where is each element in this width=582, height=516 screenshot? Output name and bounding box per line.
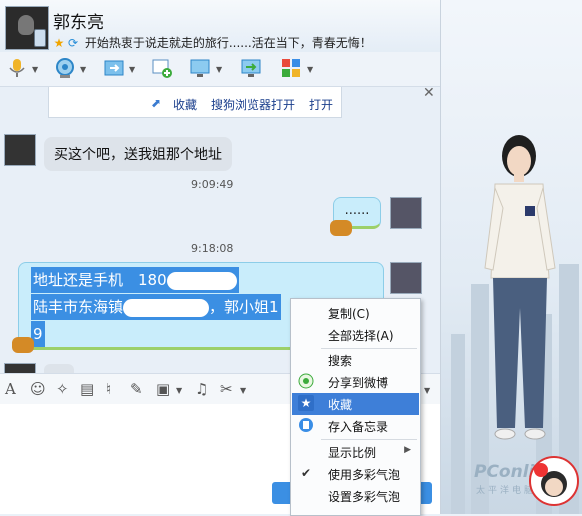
timestamp: 9:09:49 [191,178,234,191]
remote-desktop-icon[interactable] [189,57,211,79]
chat-toolbar: ▼ ▼ ▼ ▼ ▼ [0,52,440,87]
city-skyline [451,334,465,514]
message-text: ...... [344,203,370,218]
menu-item-use-color-bubble[interactable]: ✔ 使用多彩气泡 [292,463,419,485]
selected-text-line[interactable]: 陆丰市东海镇 ，郭小姐1 [31,294,281,320]
share-screen-icon[interactable] [240,57,262,79]
close-icon[interactable]: ✕ [423,87,435,101]
message-text: 买这个吧，送我姐那个地址 [54,147,222,163]
avatar-figure [484,135,556,440]
self-avatar[interactable] [390,262,422,294]
menu-item-set-color-bubble[interactable]: 设置多彩气泡 [292,485,419,507]
chevron-down-icon[interactable]: ▼ [240,386,246,395]
bubble-dog-icon [330,220,352,236]
link-preview-bar: ⬈ 收藏 搜狗浏览器打开 打开 [48,87,342,118]
app-grid-icon[interactable] [280,57,302,79]
incoming-message-bubble[interactable]: 买这个吧，送我姐那个地址 [44,137,232,171]
redacted-mask [123,298,210,317]
menu-item-zoom[interactable]: 显示比例 ▶ [292,441,419,463]
screenshot-scissors-icon[interactable]: ✂ [220,380,233,398]
menu-item-select-all[interactable]: 全部选择(A) [292,324,419,346]
draw-icon[interactable]: ✎ [130,380,143,398]
send-file-icon[interactable] [103,57,125,79]
show-avatar-corner-icon[interactable] [529,456,579,506]
contact-name[interactable]: 郭东亮 [53,8,104,33]
open-link[interactable]: 打开 [309,96,333,113]
checkmark-icon: ✔ [300,466,312,480]
bubble-dog-icon [12,337,34,353]
share-arrow-icon: ⬈ [151,96,162,110]
chevron-down-icon[interactable]: ▼ [424,386,430,395]
chevron-down-icon[interactable]: ▼ [129,65,135,74]
contact-signature: 开始热衷于说走就走的旅行......活在当下，青春无悔！ [84,36,372,50]
magic-wand-icon[interactable]: ✧ [56,380,69,398]
star-icon: ★ [53,36,65,50]
voice-message-icon[interactable]: ♮ [106,380,111,398]
submenu-arrow-icon: ▶ [404,445,411,455]
chevron-down-icon[interactable]: ▼ [216,65,222,74]
gif-icon[interactable]: ▤ [80,380,94,398]
chevron-down-icon[interactable]: ▼ [307,65,313,74]
video-camera-icon[interactable] [54,57,76,79]
chevron-down-icon[interactable]: ▼ [32,65,38,74]
menu-item-save-memo[interactable]: 存入备忘录 [292,415,419,437]
signature-row: ★ ⟳ 开始热衷于说走就走的旅行......活在当下，青春无悔！ [53,34,372,51]
incoming-message-bubble[interactable] [44,364,74,373]
contact-avatar-small[interactable] [4,363,36,373]
menu-item-search[interactable]: 搜索 [292,349,419,371]
menu-item-share-weibo[interactable]: 分享到微博 [292,371,419,393]
show-panel [440,0,582,514]
font-icon[interactable]: A [5,380,16,398]
mobile-online-icon [34,29,46,47]
context-menu: 复制(C) 全部选择(A) 搜索 分享到微博 ★ 收藏 存入备忘录 显示比例 ▶… [290,298,421,516]
weibo-share-icon [298,373,314,389]
contact-avatar-small[interactable] [4,134,36,166]
avatar-face [18,15,34,35]
timestamp: 9:18:08 [191,242,234,255]
open-in-browser-link[interactable]: 搜狗浏览器打开 [211,96,295,113]
music-icon[interactable]: ♫ [195,380,208,398]
image-icon[interactable]: ▣ [156,380,170,398]
redacted-mask [166,271,237,290]
self-avatar[interactable] [390,197,422,229]
qzone-icon[interactable]: ⟳ [67,36,79,50]
chevron-down-icon[interactable]: ▼ [176,386,182,395]
memo-icon [298,417,314,433]
menu-separator [321,439,417,440]
menu-item-favorite[interactable]: ★ 收藏 [292,393,419,415]
create-discussion-icon[interactable] [151,57,173,79]
selected-text-line[interactable]: 地址还是手机 180 [31,267,239,293]
star-icon: ★ [298,395,314,411]
emoji-icon[interactable]: ☺ [30,380,46,398]
contact-avatar[interactable] [5,6,49,50]
microphone-icon[interactable] [6,57,28,79]
chevron-down-icon[interactable]: ▼ [80,65,86,74]
favorite-link[interactable]: 收藏 [173,96,197,113]
menu-item-copy[interactable]: 复制(C) [292,302,419,324]
